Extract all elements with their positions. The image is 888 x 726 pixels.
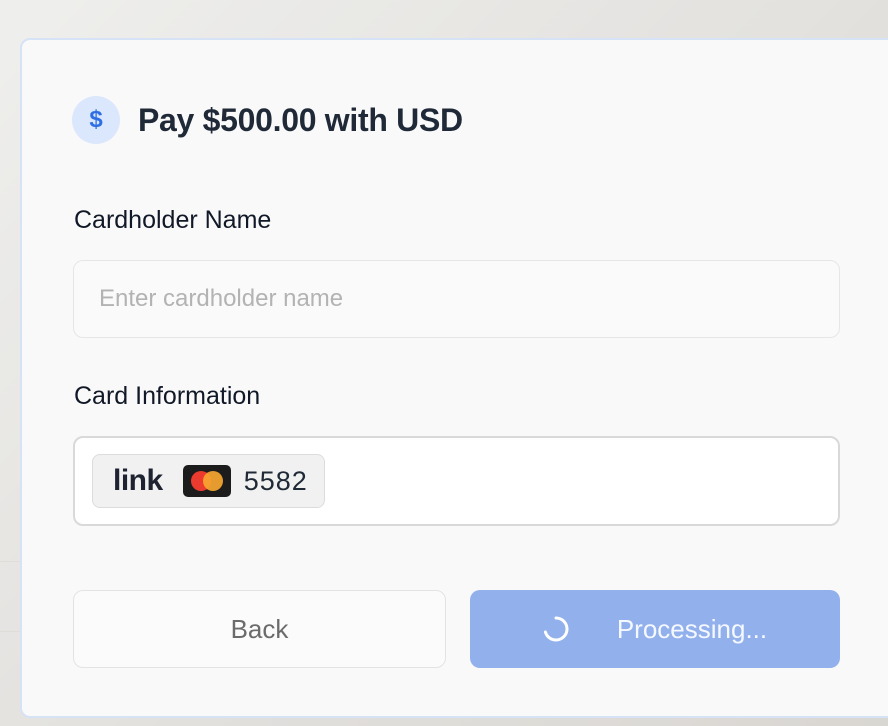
card-information-label: Card Information bbox=[74, 382, 261, 410]
payment-modal: $ Pay $500.00 with USD Cardholder Name C… bbox=[20, 38, 888, 718]
dollar-icon: $ bbox=[72, 96, 120, 144]
card-information-field[interactable]: link 5582 bbox=[73, 436, 840, 526]
loading-spinner-icon bbox=[543, 616, 569, 642]
payment-header: $ Pay $500.00 with USD bbox=[72, 96, 463, 144]
mastercard-orange-circle bbox=[202, 471, 223, 491]
cardholder-name-label: Cardholder Name bbox=[74, 206, 272, 234]
link-wallet-logo: link bbox=[113, 464, 163, 497]
back-button[interactable]: Back bbox=[73, 590, 446, 668]
card-last4: 5582 bbox=[243, 465, 308, 496]
cardholder-name-input[interactable] bbox=[73, 260, 840, 338]
processing-button[interactable]: Processing... bbox=[470, 590, 840, 668]
processing-button-label: Processing... bbox=[616, 613, 768, 644]
mastercard-icon bbox=[182, 465, 231, 497]
back-button-label: Back bbox=[230, 613, 289, 644]
payment-title: Pay $500.00 with USD bbox=[138, 101, 463, 138]
saved-link-card[interactable]: link 5582 bbox=[92, 454, 325, 508]
